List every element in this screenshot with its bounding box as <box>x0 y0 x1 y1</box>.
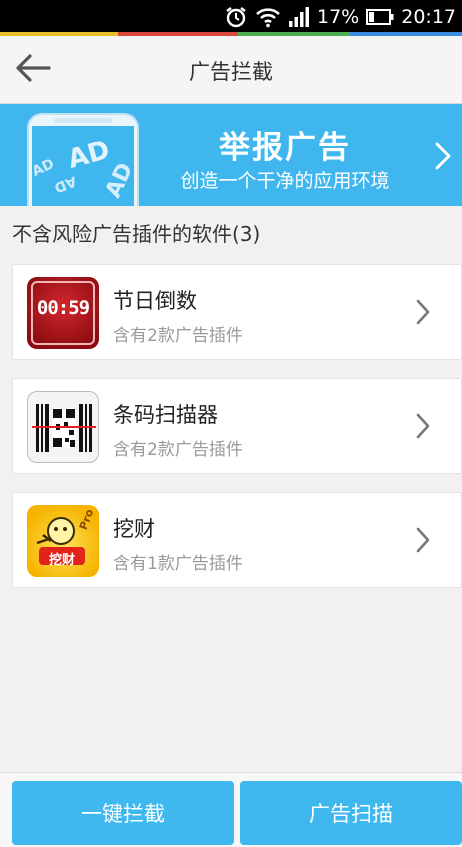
bottom-action-bar: 一键拦截 广告扫描 <box>0 772 462 847</box>
page-title: 广告拦截 <box>189 60 273 84</box>
wacai-icon-label: 挖财 <box>48 553 75 568</box>
countdown-icon-digits: 00:59 <box>36 297 90 319</box>
battery-icon <box>366 9 394 25</box>
status-bar: 17% 20:17 <box>0 0 462 36</box>
barcode-scanner-app-icon <box>27 391 99 463</box>
phone-ad-illustration: AD AD AD AD <box>18 112 148 206</box>
alarm-icon <box>224 5 248 29</box>
banner-subtitle: 创造一个干净的应用环境 <box>180 170 390 192</box>
action-bar: 广告拦截 <box>0 36 462 104</box>
countdown-app-icon: 00:59 <box>27 277 99 349</box>
signal-icon <box>288 7 310 27</box>
wacai-app-icon: 挖财 Pro <box>27 505 99 577</box>
banner-title: 举报广告 <box>219 130 351 166</box>
app-name: 条码扫描器 <box>113 403 218 427</box>
app-plugin-count: 含有2款广告插件 <box>113 440 243 460</box>
list-item-app-3[interactable]: 挖财 Pro 挖财 含有1款广告插件 <box>12 492 462 588</box>
app-plugin-count: 含有2款广告插件 <box>113 326 243 346</box>
chevron-right-icon <box>415 527 431 557</box>
ad-scan-button[interactable]: 广告扫描 <box>240 781 462 845</box>
chevron-right-icon <box>415 299 431 329</box>
chevron-right-icon <box>415 413 431 443</box>
list-item-app-2[interactable]: 条码扫描器 含有2款广告插件 <box>12 378 462 474</box>
chevron-right-icon <box>434 142 452 174</box>
app-name: 挖财 <box>113 517 155 541</box>
section-title: 不含风险广告插件的软件(3) <box>12 222 261 246</box>
app-plugin-count: 含有1款广告插件 <box>113 554 243 574</box>
wifi-icon <box>255 6 281 28</box>
report-ad-banner[interactable]: AD AD AD AD 举报广告 创造一个干净的应用环境 <box>0 104 462 206</box>
list-item-app-1[interactable]: 00:59 节日倒数 含有2款广告插件 <box>12 264 462 360</box>
status-time: 20:17 <box>401 6 456 28</box>
battery-percent: 17% <box>317 6 360 28</box>
block-all-button[interactable]: 一键拦截 <box>12 781 234 845</box>
app-name: 节日倒数 <box>113 289 197 313</box>
